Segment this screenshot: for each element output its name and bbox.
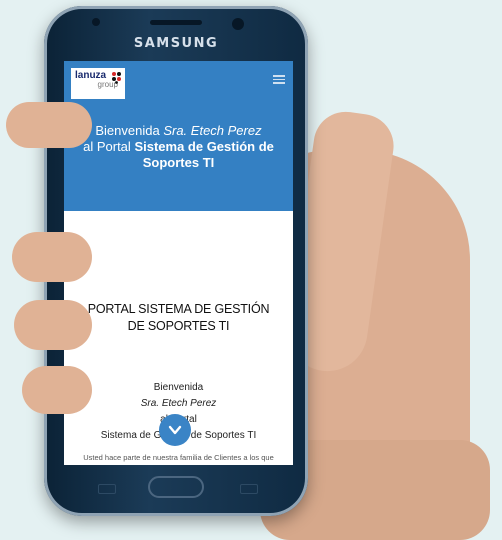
chevron-down-icon — [168, 425, 182, 435]
finger-middle — [12, 232, 92, 282]
scroll-down-button[interactable] — [159, 414, 191, 446]
page-title-line2: DE SOPORTES TI — [127, 319, 230, 333]
finger-index — [6, 102, 92, 148]
welcome-line1: Bienvenida Sra. Etech Perez — [64, 380, 293, 412]
welcome-user-name: Sra. Etech Perez — [140, 398, 217, 409]
hero-greeting-prefix: Bienvenida — [95, 123, 160, 138]
device-brand: SAMSUNG — [133, 36, 219, 51]
front-sensor — [92, 18, 100, 26]
finger-little — [22, 366, 92, 414]
back-key[interactable] — [240, 484, 258, 494]
front-camera — [232, 18, 244, 30]
hero-portal-name-2: Soportes TI — [142, 155, 215, 170]
hero-greeting: Bienvenida Sra. Etech Perez al Portal Si… — [64, 123, 293, 171]
hero-portal-name: Sistema de Gestión de — [134, 139, 274, 154]
page-title-line1: PORTAL SISTEMA DE GESTIÓN — [87, 302, 270, 316]
home-button[interactable] — [148, 476, 204, 498]
hero-greeting-line1: Bienvenida Sra. Etech Perez — [64, 123, 293, 139]
hero-banner: lanuza group Bienvenida Sra. Etech Perez — [64, 61, 293, 211]
hero-portal-prefix: al Portal — [83, 139, 131, 154]
recent-apps-key[interactable] — [98, 484, 116, 494]
finger-ring — [14, 300, 92, 350]
phone-speaker — [150, 20, 202, 25]
hero-greeting-line2: al Portal Sistema de Gestión de — [64, 139, 293, 155]
hamburger-menu-icon[interactable] — [273, 75, 285, 84]
page-title: PORTAL SISTEMA DE GESTIÓN DE SOPORTES TI — [64, 301, 293, 335]
hero-user-name: Sra. Etech Perez — [163, 123, 262, 138]
intro-paragraph: Usted hace parte de nuestra familia de C… — [83, 453, 274, 462]
company-logo[interactable]: lanuza group — [71, 68, 125, 99]
hero-greeting-line3: Soportes TI — [64, 155, 293, 171]
welcome-prefix: Bienvenida — [153, 382, 204, 393]
phone-screen: lanuza group Bienvenida Sra. Etech Perez — [64, 61, 293, 465]
logo-dots-icon — [112, 72, 121, 84]
